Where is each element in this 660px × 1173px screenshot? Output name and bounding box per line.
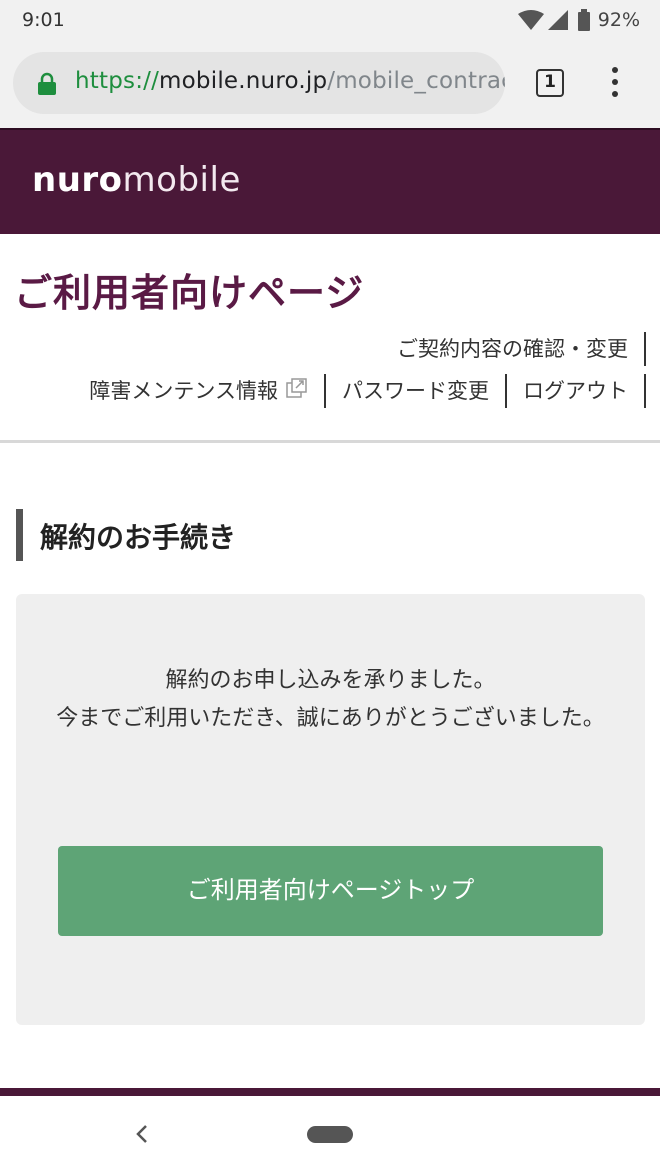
- back-icon[interactable]: [134, 1122, 150, 1150]
- user-page-top-button[interactable]: ご利用者向けページトップ: [58, 846, 603, 936]
- cancellation-message: 解約のお申し込みを承りました。今までご利用いただき、誠にありがとうございました。: [16, 662, 645, 738]
- status-bar: 9:01 92%: [0, 0, 660, 40]
- logo-bold-text: nuro: [32, 160, 123, 200]
- status-time: 9:01: [22, 9, 65, 31]
- browser-toolbar: https://mobile.nuro.jp/mobile_contract/u…: [0, 40, 660, 128]
- url-path: /mobile_contract/u: [327, 68, 505, 94]
- section-title: 解約のお手続き: [40, 521, 237, 554]
- lock-icon: [37, 72, 57, 100]
- footer-band: [0, 1088, 660, 1096]
- url-scheme: https://: [75, 68, 160, 94]
- system-navigation-bar: [0, 1096, 660, 1173]
- page-title: ご利用者向けページ: [14, 271, 365, 315]
- battery-percent: 92%: [597, 9, 640, 31]
- status-icons: 92%: [517, 8, 640, 32]
- section-accent-bar: [16, 509, 23, 561]
- nav-maintenance-link[interactable]: 障害メンテンス情報: [73, 374, 326, 408]
- nav-password-label: パスワード変更: [342, 379, 489, 403]
- logo-light-text: mobile: [122, 160, 241, 200]
- tab-switcher-button[interactable]: 1: [536, 69, 564, 97]
- signal-icon: [547, 10, 568, 30]
- more-options-icon[interactable]: [608, 67, 622, 101]
- nav-maintenance-label: 障害メンテンス情報: [89, 379, 278, 403]
- url-host: mobile.nuro.jp: [159, 68, 328, 94]
- cancellation-panel: 解約のお申し込みを承りました。今までご利用いただき、誠にありがとうございました。…: [16, 594, 645, 1025]
- nav-contract-link[interactable]: ご契約内容の確認・変更: [381, 332, 646, 366]
- nav-contract-label: ご契約内容の確認・変更: [397, 337, 628, 361]
- user-nav-row-2: 障害メンテンス情報 パスワード変更 ログアウト: [73, 374, 646, 408]
- address-bar[interactable]: https://mobile.nuro.jp/mobile_contract/u: [13, 52, 505, 114]
- home-button[interactable]: [307, 1126, 353, 1143]
- user-nav-row-1: ご契約内容の確認・変更: [381, 332, 646, 366]
- external-link-icon: [286, 374, 308, 408]
- nav-password-link[interactable]: パスワード変更: [326, 374, 507, 408]
- battery-icon: [577, 9, 590, 31]
- message-line-2: 今までご利用いただき、誠にありがとうございました。: [56, 706, 605, 731]
- message-line-1: 解約のお申し込みを承りました。: [165, 668, 496, 693]
- header-divider: [0, 440, 660, 443]
- url-text: https://mobile.nuro.jp/mobile_contract/u: [75, 68, 505, 94]
- nav-logout-label: ログアウト: [523, 379, 628, 403]
- nav-logout-link[interactable]: ログアウト: [507, 374, 646, 408]
- wifi-icon: [517, 10, 544, 30]
- site-header: nuromobile: [0, 128, 660, 234]
- nuro-mobile-logo[interactable]: nuromobile: [32, 160, 241, 200]
